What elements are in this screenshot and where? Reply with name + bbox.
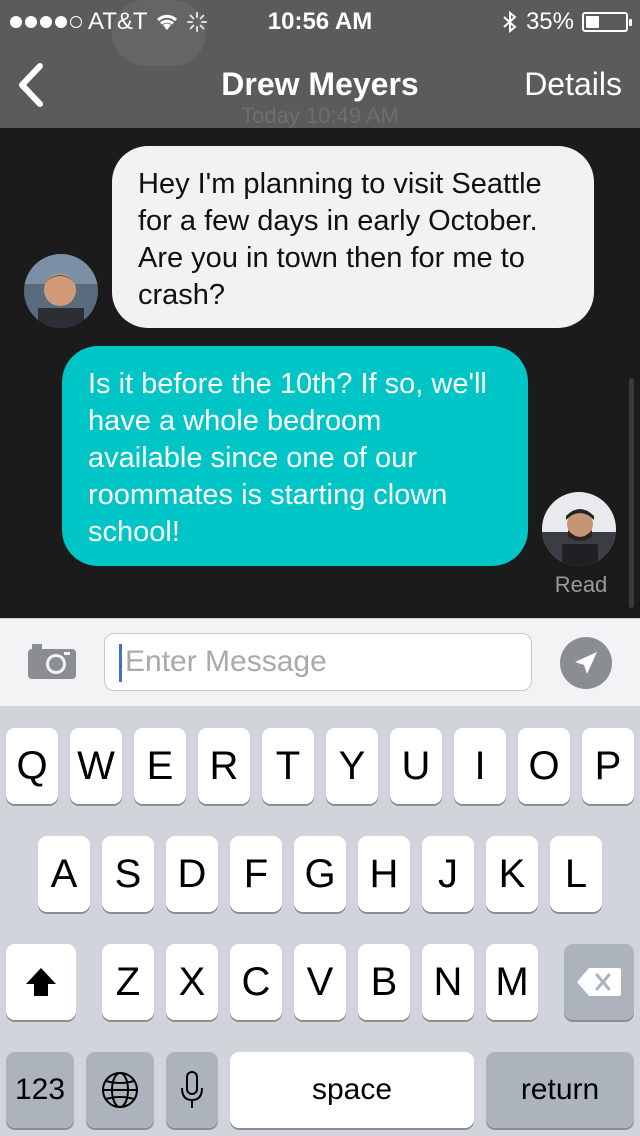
- camera-icon[interactable]: [26, 641, 78, 681]
- key-t[interactable]: T: [262, 728, 314, 804]
- key-h[interactable]: H: [358, 836, 410, 912]
- scroll-indicator: [629, 378, 634, 608]
- chat-area[interactable]: Hey I'm planning to visit Seattle for a …: [0, 128, 640, 618]
- key-j[interactable]: J: [422, 836, 474, 912]
- key-a[interactable]: A: [38, 836, 90, 912]
- globe-icon: [102, 1072, 138, 1108]
- key-i[interactable]: I: [454, 728, 506, 804]
- key-x[interactable]: X: [166, 944, 218, 1020]
- space-key[interactable]: space: [230, 1052, 474, 1128]
- shift-arrow-icon: [26, 968, 56, 996]
- message-input[interactable]: [125, 638, 525, 686]
- key-u[interactable]: U: [390, 728, 442, 804]
- return-key[interactable]: return: [486, 1052, 634, 1128]
- delete-key[interactable]: [564, 944, 634, 1020]
- battery-percent: 35%: [525, 8, 574, 35]
- header-bar: AT&T 10:56 AM 35% Drew Meyers Details To…: [0, 0, 640, 128]
- numbers-key[interactable]: 123: [6, 1052, 74, 1128]
- key-z[interactable]: Z: [102, 944, 154, 1020]
- status-right: 35%: [502, 8, 632, 36]
- key-r[interactable]: R: [198, 728, 250, 804]
- key-g[interactable]: G: [294, 836, 346, 912]
- key-s[interactable]: S: [102, 836, 154, 912]
- backspace-icon: [577, 968, 621, 996]
- text-caret: [119, 644, 122, 682]
- status-bar: AT&T 10:56 AM 35%: [0, 0, 640, 40]
- bluetooth-icon: [503, 10, 517, 34]
- read-receipt: Read: [554, 572, 608, 597]
- globe-key[interactable]: [86, 1052, 154, 1128]
- user-avatar[interactable]: [542, 492, 616, 566]
- key-q[interactable]: Q: [6, 728, 58, 804]
- battery-fill: [586, 16, 600, 28]
- key-y[interactable]: Y: [326, 728, 378, 804]
- dictation-key[interactable]: [166, 1052, 218, 1128]
- key-d[interactable]: D: [166, 836, 218, 912]
- key-n[interactable]: N: [422, 944, 474, 1020]
- outgoing-message-bubble[interactable]: Is it before the 10th? If so, we'll have…: [62, 346, 528, 566]
- send-arrow-icon: [575, 652, 597, 674]
- keyboard: Q W E R T Y U I O P A S D F G H J K L Z …: [0, 706, 640, 1136]
- key-c[interactable]: C: [230, 944, 282, 1020]
- key-v[interactable]: V: [294, 944, 346, 1020]
- key-p[interactable]: P: [582, 728, 634, 804]
- microphone-icon: [181, 1071, 203, 1108]
- key-b[interactable]: B: [358, 944, 410, 1020]
- send-button[interactable]: [560, 637, 612, 689]
- message-timestamp: Today 10:49 AM: [241, 103, 399, 128]
- key-m[interactable]: M: [486, 944, 538, 1020]
- incoming-message-bubble[interactable]: Hey I'm planning to visit Seattle for a …: [112, 146, 594, 328]
- key-w[interactable]: W: [70, 728, 122, 804]
- battery-icon: [582, 12, 632, 32]
- details-button[interactable]: Details: [524, 66, 622, 103]
- composer-bar: [0, 618, 640, 706]
- message-field: [104, 633, 532, 691]
- shift-key[interactable]: [6, 944, 76, 1020]
- key-l[interactable]: L: [550, 836, 602, 912]
- key-e[interactable]: E: [134, 728, 186, 804]
- key-k[interactable]: K: [486, 836, 538, 912]
- key-f[interactable]: F: [230, 836, 282, 912]
- contact-avatar[interactable]: [24, 254, 98, 328]
- key-o[interactable]: O: [518, 728, 570, 804]
